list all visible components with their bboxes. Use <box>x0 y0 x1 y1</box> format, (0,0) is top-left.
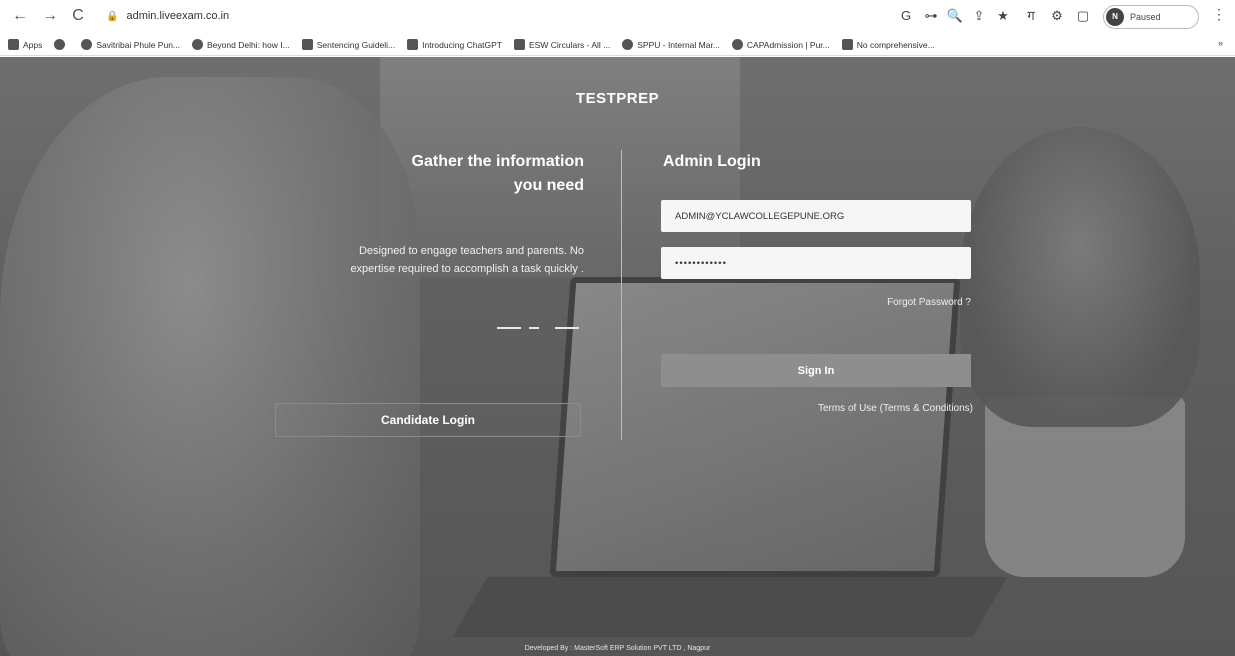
avatar: N <box>1106 8 1124 26</box>
bookmark-label: Introducing ChatGPT <box>422 39 503 50</box>
bookmark-label: Apps <box>23 39 43 50</box>
key-icon[interactable]: ⊶ <box>922 7 940 25</box>
bookmark-item[interactable]: ESW Circulars - All ... <box>514 39 610 50</box>
zoom-icon[interactable]: 🔍 <box>946 7 964 25</box>
extensions-icon[interactable]: ⚙ <box>1048 7 1066 25</box>
bookmark-label: Savitribai Phule Pun... <box>96 39 181 50</box>
left-description-line2: expertise required to accomplish a task … <box>350 263 584 275</box>
bookmark-item[interactable]: Sentencing Guideli... <box>301 39 396 50</box>
bookmark-label: SPPU - Internal Mar... <box>637 39 720 50</box>
left-description-line1: Designed to engage teachers and parents.… <box>358 245 584 257</box>
browser-toolbar: ← → C 🔒 admin.liveexam.co.in G ⊶ 🔍 ⇪ ★ ग… <box>0 0 1235 34</box>
admin-login-title: Admin Login <box>663 153 761 170</box>
background-laptop-base <box>452 577 1008 637</box>
more-menu-icon[interactable]: ⋮ <box>1212 6 1226 23</box>
reload-icon[interactable]: C <box>68 6 88 26</box>
background-laptop-screen <box>549 277 961 577</box>
bookmark-label: No comprehensive... <box>856 39 935 50</box>
bookmarks-bar: Apps Savitribai Phule Pun... Beyond Delh… <box>0 34 1235 56</box>
bookmarks-overflow-icon[interactable]: » <box>1218 38 1223 48</box>
site-icon <box>192 39 204 50</box>
url-text: admin.liveexam.co.in <box>126 10 230 22</box>
slider-indicator[interactable] <box>529 327 539 329</box>
left-heading-line2: you need <box>513 177 584 194</box>
bookmark-item[interactable]: CAPAdmission | Pur... <box>731 39 830 50</box>
site-icon <box>301 39 313 50</box>
slider-indicator[interactable] <box>555 327 579 329</box>
bookmark-label: CAPAdmission | Pur... <box>746 39 830 50</box>
side-panel-icon[interactable]: ▢ <box>1074 7 1092 25</box>
brand-logo-text: TESTPREP <box>575 90 660 107</box>
bookmark-star-icon[interactable]: ★ <box>994 7 1012 25</box>
google-icon[interactable]: G <box>897 7 915 25</box>
back-arrow-icon[interactable]: ← <box>10 6 30 26</box>
sign-in-button[interactable]: Sign In <box>661 354 971 387</box>
left-description: Designed to engage teachers and parents.… <box>270 242 584 278</box>
profile-status: Paused <box>1130 12 1161 22</box>
bookmark-label: Beyond Delhi: how I... <box>207 39 290 50</box>
translate-icon[interactable]: ग <box>1022 7 1040 25</box>
bookmark-apps[interactable]: Apps <box>8 39 42 50</box>
bookmark-item[interactable]: Savitribai Phule Pun... <box>81 39 180 50</box>
bookmark-item[interactable]: Beyond Delhi: how I... <box>192 39 290 50</box>
bookmark-item[interactable] <box>54 39 69 50</box>
background-plant <box>960 127 1200 427</box>
site-icon <box>407 39 419 50</box>
bookmark-item[interactable]: SPPU - Internal Mar... <box>622 39 720 50</box>
site-icon <box>54 39 66 50</box>
footer-credit: Developed By : MasterSoft ERP Solution P… <box>524 645 711 652</box>
bookmark-item[interactable]: Introducing ChatGPT <box>407 39 502 50</box>
site-icon <box>622 39 634 50</box>
site-icon <box>81 39 93 50</box>
site-icon <box>514 39 526 50</box>
candidate-login-button[interactable]: Candidate Login <box>275 403 581 437</box>
site-icon <box>841 39 853 50</box>
vertical-divider <box>621 150 622 440</box>
forgot-password-link[interactable]: Forgot Password ? <box>820 297 971 308</box>
email-field[interactable] <box>661 200 971 232</box>
terms-link[interactable]: Terms of Use (Terms & Conditions) <box>740 403 973 414</box>
left-heading-line1: Gather the information <box>411 153 584 170</box>
apps-grid-icon <box>8 39 19 50</box>
bookmark-item[interactable]: No comprehensive... <box>841 39 935 50</box>
forward-arrow-icon[interactable]: → <box>40 6 60 26</box>
site-icon <box>731 39 743 50</box>
lock-icon: 🔒 <box>106 10 119 22</box>
left-heading: Gather the information you need <box>340 150 584 198</box>
bookmark-label: Sentencing Guideli... <box>316 39 396 50</box>
share-icon[interactable]: ⇪ <box>970 7 988 25</box>
bookmark-label: ESW Circulars - All ... <box>529 39 611 50</box>
slider-indicator[interactable] <box>497 327 521 329</box>
password-field[interactable] <box>661 247 971 279</box>
login-page: TESTPREP Gather the information you need… <box>0 57 1235 656</box>
profile-button[interactable]: N Paused <box>1103 5 1199 29</box>
